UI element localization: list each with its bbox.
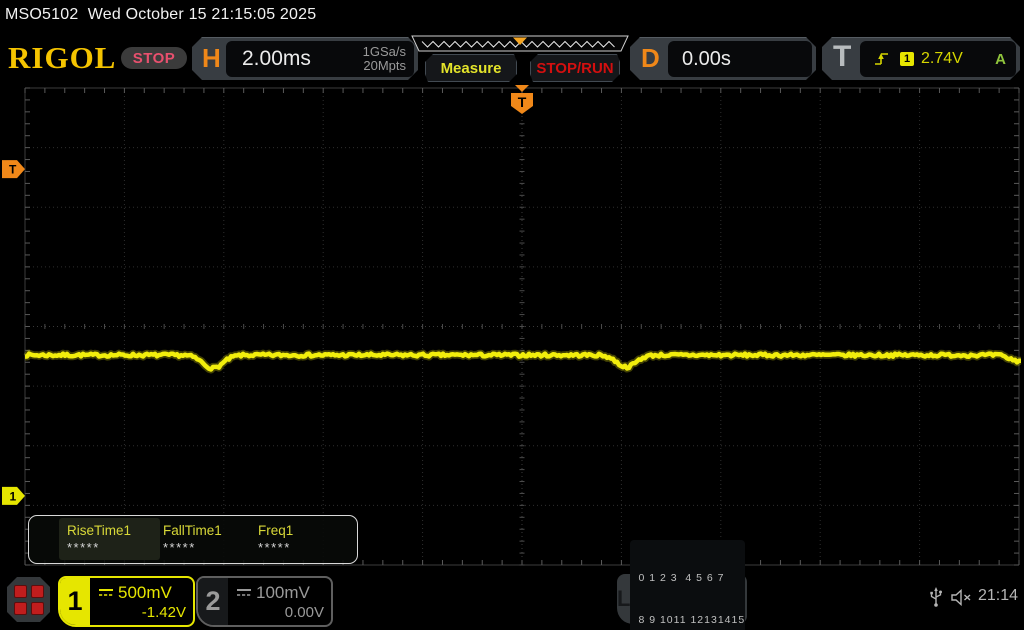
menu-grid-square bbox=[14, 585, 27, 598]
speaker-muted-icon bbox=[951, 589, 971, 606]
titlebar-gap bbox=[78, 6, 87, 23]
sample-rate-block: 1GSa/s 20Mpts bbox=[363, 45, 406, 73]
logic-label: L bbox=[617, 586, 631, 611]
model-name: MSO5102 bbox=[5, 6, 79, 23]
channel2-content: 100mV 0.00V bbox=[228, 578, 331, 625]
logic-channels-box[interactable]: L 0 1 2 3 4 5 6 7 8 9 1011 12131415 bbox=[617, 540, 747, 630]
measurement-name: RiseTime1 bbox=[67, 523, 132, 538]
trigger-inner: 1 2.74V A bbox=[860, 41, 1016, 77]
measurement-value: ***** bbox=[163, 540, 196, 555]
timebase-value: 2.00ms bbox=[242, 47, 311, 70]
measurement-value: ***** bbox=[67, 540, 100, 555]
measurement-results-panel[interactable]: RiseTime1 ***** FallTime1 ***** Freq1 **… bbox=[28, 515, 358, 564]
horizontal-position-preview[interactable] bbox=[410, 35, 630, 53]
channel1-number: 1 bbox=[60, 578, 90, 625]
datetime: Wed October 15 21:15:05 2025 bbox=[87, 6, 317, 23]
trigger-source-badge: 1 bbox=[900, 52, 914, 66]
logic-row-2: 8 9 1011 12131415 bbox=[638, 614, 746, 626]
rigol-logo: RIGOL bbox=[8, 40, 117, 75]
trigger-level-marker-icon[interactable]: T bbox=[2, 160, 25, 179]
acquisition-status-badge: STOP bbox=[121, 47, 187, 69]
logic-channel-list: 0 1 2 3 4 5 6 7 8 9 1011 12131415 bbox=[630, 540, 746, 630]
channel1-scale: 500mV bbox=[118, 583, 172, 602]
titlebar: MSO5102 Wed October 15 21:15:05 2025 bbox=[5, 6, 316, 24]
svg-text:T: T bbox=[9, 163, 17, 177]
channel2-number: 2 bbox=[198, 578, 228, 625]
trigger-label: T bbox=[833, 40, 852, 73]
delay-label: D bbox=[641, 43, 660, 73]
horizontal-inner: 2.00ms 1GSa/s 20Mpts bbox=[226, 41, 414, 77]
svg-text:1: 1 bbox=[10, 489, 17, 503]
measurement-item: Freq1 ***** bbox=[258, 523, 293, 555]
channel1-offset: -1.42V bbox=[141, 604, 186, 621]
delay-inner: 0.00s bbox=[668, 41, 812, 77]
oscilloscope-screen: T T 1 MSO5102 Wed October 15 21:15:05 2025… bbox=[0, 0, 1024, 630]
logic-row-1: 0 1 2 3 4 5 6 7 bbox=[638, 572, 725, 584]
horizontal-label: H bbox=[202, 43, 221, 73]
channel1-ground-marker-icon[interactable]: 1 bbox=[2, 486, 25, 505]
horizontal-settings-box[interactable]: H 2.00ms 1GSa/s 20Mpts bbox=[192, 37, 418, 80]
stop-run-button-label: STOP/RUN bbox=[536, 59, 614, 77]
measure-button[interactable]: Measure bbox=[425, 54, 517, 82]
trigger-position-marker-icon[interactable]: T bbox=[511, 85, 533, 114]
trigger-mode: A bbox=[995, 50, 1006, 68]
clock: 21:14 bbox=[978, 587, 1019, 604]
measure-button-label: Measure bbox=[440, 59, 502, 77]
channel2-box[interactable]: 2 100mV 0.00V bbox=[196, 576, 333, 627]
dc-coupling-icon bbox=[99, 589, 113, 596]
menu-grid-square bbox=[31, 602, 44, 615]
menu-grid-icon[interactable] bbox=[7, 577, 50, 622]
menu-grid-square bbox=[14, 602, 27, 615]
channel1-waveform-trace bbox=[24, 351, 1022, 372]
delay-value: 0.00s bbox=[682, 47, 731, 70]
measurement-item: FallTime1 ***** bbox=[163, 523, 222, 555]
usb-icon bbox=[930, 587, 942, 607]
menu-grid-square bbox=[31, 585, 44, 598]
measurement-value: ***** bbox=[258, 540, 291, 555]
sample-rate: 1GSa/s bbox=[362, 44, 406, 59]
trigger-settings-box[interactable]: T 1 2.74V A bbox=[822, 37, 1020, 80]
memory-depth: 20Mpts bbox=[363, 58, 406, 73]
trigger-level-value: 2.74V bbox=[921, 50, 963, 67]
channel1-box[interactable]: 1 500mV -1.42V bbox=[58, 576, 195, 627]
channel2-offset: 0.00V bbox=[284, 604, 324, 621]
trigger-source: 1 bbox=[903, 53, 911, 65]
channel1-content: 500mV -1.42V bbox=[90, 578, 193, 625]
stop-run-button[interactable]: STOP/RUN bbox=[530, 54, 620, 82]
svg-text:T: T bbox=[518, 94, 527, 110]
dc-coupling-icon bbox=[237, 589, 251, 596]
measurement-name: FallTime1 bbox=[163, 523, 222, 538]
measurement-item: RiseTime1 ***** bbox=[67, 523, 131, 555]
acquisition-status-label: STOP bbox=[132, 49, 176, 67]
trigger-slope-icon bbox=[873, 51, 890, 67]
channel2-scale: 100mV bbox=[256, 583, 310, 602]
delay-settings-box[interactable]: D 0.00s bbox=[630, 37, 816, 80]
measurement-name: Freq1 bbox=[258, 523, 294, 538]
